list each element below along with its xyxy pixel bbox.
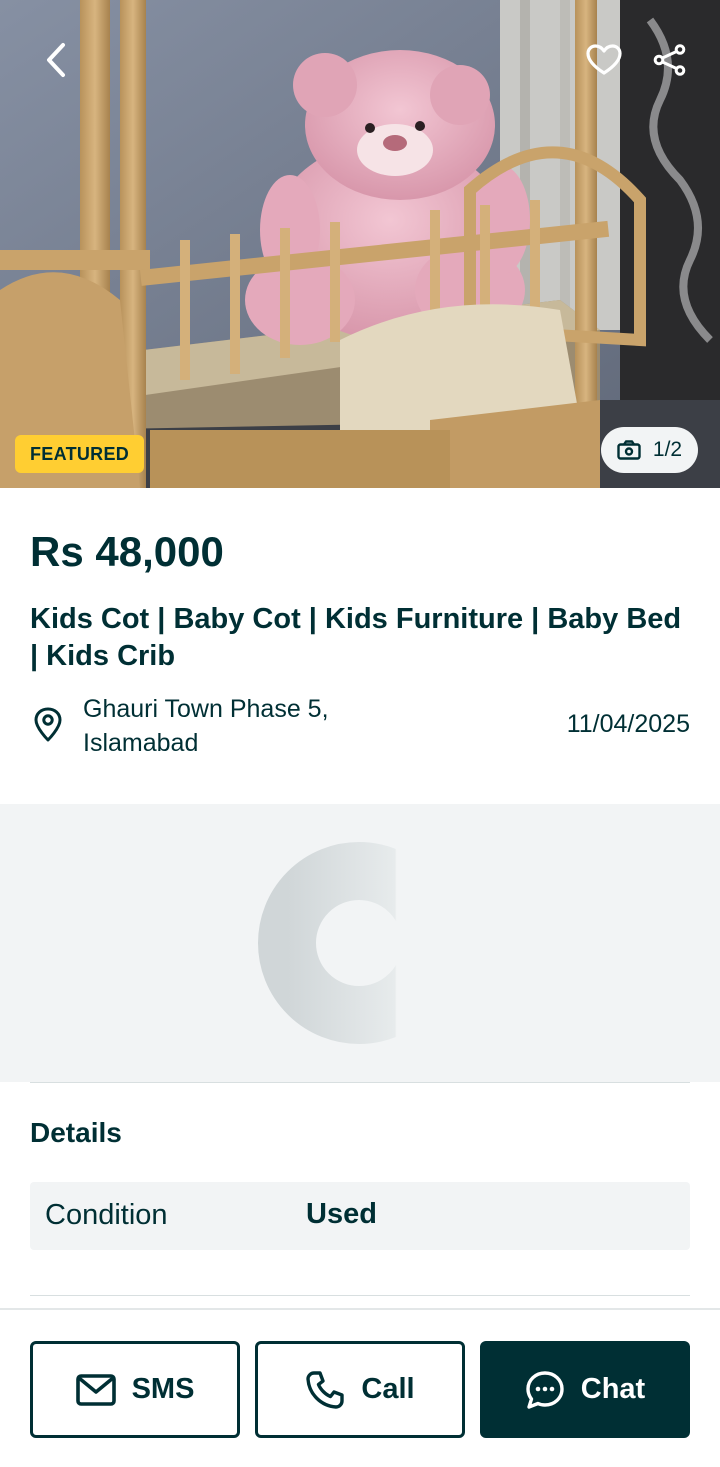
section-divider bbox=[30, 1295, 690, 1296]
listing-photo[interactable]: FEATURED 1/2 bbox=[0, 0, 720, 488]
detail-row-condition: Condition Used bbox=[30, 1182, 690, 1250]
heart-icon bbox=[586, 44, 622, 75]
details-heading: Details bbox=[30, 1117, 122, 1148]
action-bar: SMS Call Chat bbox=[0, 1308, 720, 1467]
chevron-left-icon bbox=[47, 43, 65, 77]
share-button[interactable] bbox=[642, 32, 698, 88]
chat-bubble-icon bbox=[526, 1370, 564, 1409]
loading-spinner-icon bbox=[258, 842, 460, 1044]
back-button[interactable] bbox=[28, 32, 84, 88]
favorite-button[interactable] bbox=[576, 32, 632, 88]
section-divider bbox=[30, 1082, 690, 1083]
listing-price: Rs 48,000 bbox=[30, 528, 224, 575]
sms-button[interactable]: SMS bbox=[30, 1341, 240, 1438]
listing-date: 11/04/2025 bbox=[566, 710, 690, 738]
phone-icon bbox=[306, 1370, 345, 1409]
envelope-icon bbox=[75, 1373, 116, 1406]
sms-button-label: SMS bbox=[131, 1373, 195, 1405]
call-button[interactable]: Call bbox=[255, 1341, 465, 1438]
detail-value: Used bbox=[306, 1198, 377, 1230]
chat-button[interactable]: Chat bbox=[480, 1341, 690, 1438]
share-icon bbox=[653, 44, 686, 76]
call-button-label: Call bbox=[361, 1373, 415, 1405]
image-counter[interactable]: 1/2 bbox=[601, 427, 698, 473]
chat-button-label: Chat bbox=[580, 1373, 646, 1405]
camera-icon bbox=[617, 440, 641, 460]
detail-key: Condition bbox=[45, 1199, 168, 1231]
map-placeholder[interactable] bbox=[0, 804, 720, 1082]
listing-title: Kids Cot | Baby Cot | Kids Furniture | B… bbox=[30, 603, 682, 672]
featured-badge: FEATURED bbox=[15, 435, 145, 473]
listing-location: Ghauri Town Phase 5, Islamabad bbox=[83, 695, 329, 757]
image-counter-text: 1/2 bbox=[652, 438, 683, 461]
location-pin-icon bbox=[34, 707, 62, 742]
